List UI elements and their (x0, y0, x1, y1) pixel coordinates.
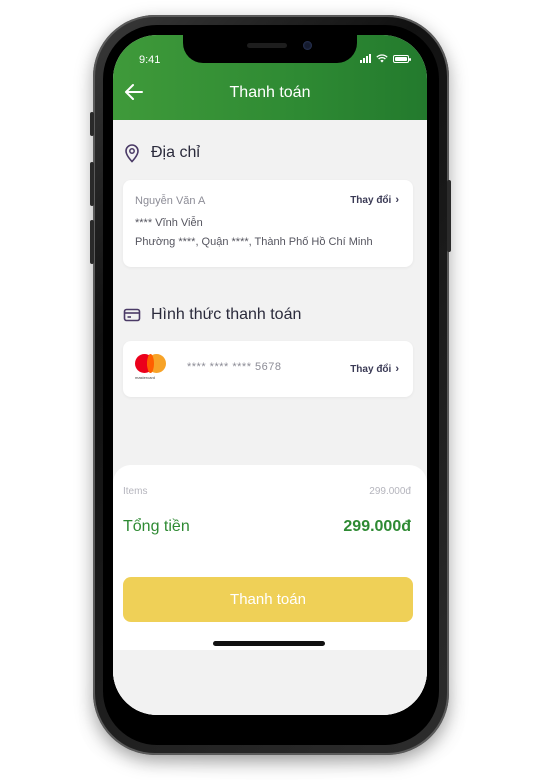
status-icons (360, 54, 411, 63)
location-pin-icon (125, 144, 139, 163)
total-label: Tổng tiền (123, 518, 190, 535)
home-indicator[interactable] (213, 641, 325, 646)
page-title: Thanh toán (229, 84, 311, 101)
wifi-icon (376, 54, 388, 63)
payment-section-header: Hình thức thanh toán (123, 306, 301, 324)
items-label: Items (123, 486, 148, 497)
payment-method-card: mastercard **** **** **** 5678 Thay đổi … (123, 341, 413, 397)
phone-notch (183, 35, 357, 63)
battery-icon (393, 54, 411, 63)
address-section-label: Địa chỉ (151, 144, 200, 161)
change-payment-label: Thay đổi (350, 363, 392, 375)
pay-button[interactable]: Thanh toán (123, 577, 413, 622)
change-address-button[interactable]: Thay đổi › (350, 194, 399, 206)
masked-card-number: **** **** **** 5678 (187, 361, 282, 373)
earpiece-speaker (247, 43, 287, 48)
chevron-right-icon: › (395, 363, 399, 375)
mute-switch (90, 112, 94, 136)
power-button (447, 180, 451, 252)
status-time: 9:41 (139, 54, 161, 66)
volume-up-button (90, 162, 94, 206)
change-address-label: Thay đổi (350, 194, 392, 206)
items-value: 299.000đ (369, 486, 411, 497)
chevron-right-icon: › (395, 194, 399, 206)
address-line-1: **** Vĩnh Viễn (135, 217, 203, 229)
payment-section-label: Hình thức thanh toán (151, 306, 302, 323)
mastercard-wordmark: mastercard (135, 375, 156, 380)
order-summary-sheet: Items 299.000đ Tổng tiền 299.000đ Thanh … (113, 465, 427, 715)
phone-screen: 9:41 Thanh toán Địa chỉ Nguyễn Văn A Tha… (113, 35, 427, 715)
cellular-signal-icon (360, 54, 371, 63)
address-line-2: Phường ****, Quận ****, Thành Phố Hồ Chí… (135, 236, 373, 248)
address-section-header: Địa chỉ (123, 143, 200, 163)
change-payment-button[interactable]: Thay đổi › (350, 363, 399, 375)
recipient-name: Nguyễn Văn A (135, 195, 206, 207)
front-camera (303, 41, 312, 50)
volume-down-button (90, 220, 94, 264)
mastercard-logo: mastercard (135, 354, 167, 382)
sheet-footer (113, 650, 427, 715)
credit-card-icon (123, 308, 141, 322)
address-card: Nguyễn Văn A Thay đổi › **** Vĩnh Viễn P… (123, 180, 413, 267)
total-value: 299.000đ (343, 518, 411, 535)
